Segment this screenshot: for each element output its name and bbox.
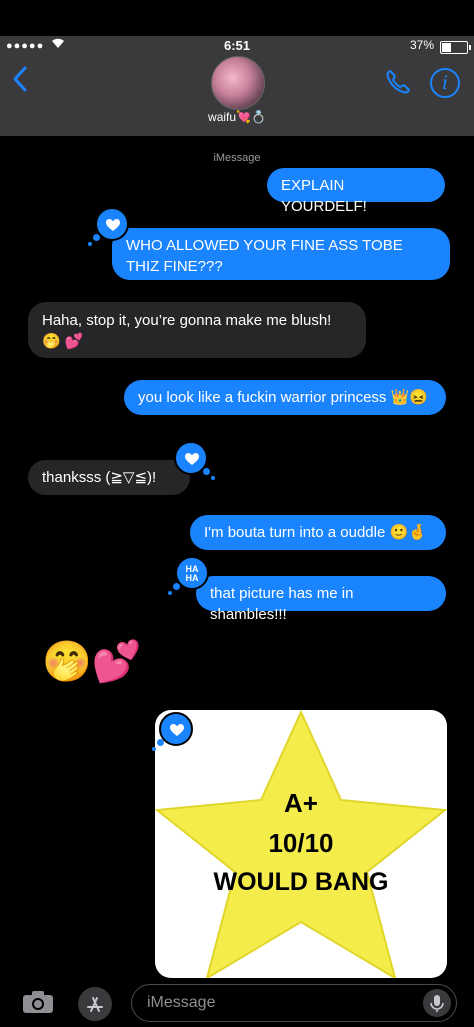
microphone-icon[interactable] bbox=[423, 989, 451, 1017]
heart-icon bbox=[170, 724, 184, 736]
status-bar: ●●●●● 6:51 37% bbox=[0, 36, 474, 56]
contact-name[interactable]: waifu💘💍 bbox=[0, 110, 474, 124]
image-message[interactable]: A+ 10/10 WOULD BANG bbox=[155, 710, 447, 978]
outgoing-message[interactable]: EXPLAIN YOURDELF! bbox=[267, 168, 445, 215]
haha-icon: HA HA bbox=[185, 564, 199, 583]
haha-tapback[interactable]: HA HA bbox=[168, 556, 209, 595]
outgoing-message[interactable]: I'm bouta turn into a ouddle 🙂🤞 bbox=[190, 515, 446, 550]
battery-percentage: 37% bbox=[409, 38, 434, 52]
message-text: that picture has me in shambles!!! bbox=[210, 585, 354, 623]
heart-tapback[interactable] bbox=[174, 441, 215, 480]
back-chevron-icon[interactable] bbox=[12, 64, 28, 98]
emoji-message[interactable]: 🤭💕 bbox=[42, 638, 142, 685]
service-label: iMessage bbox=[213, 152, 261, 164]
photo-text-line3: WOULD BANG bbox=[213, 868, 389, 896]
message-text: WHO ALLOWED YOUR FINE ASS TOBE THIZ FINE… bbox=[126, 237, 403, 275]
top-strip bbox=[0, 0, 474, 36]
heart-tapback[interactable] bbox=[152, 712, 193, 751]
incoming-message[interactable]: Haha, stop it, you’re gonna make me blus… bbox=[28, 302, 366, 358]
message-text: you look like a fuckin warrior princess … bbox=[138, 389, 428, 406]
message-text: EXPLAIN YOURDELF! bbox=[281, 177, 367, 215]
message-text: Haha, stop it, you’re gonna make me blus… bbox=[42, 312, 332, 350]
outgoing-message[interactable]: WHO ALLOWED YOUR FINE ASS TOBE THIZ FINE… bbox=[112, 228, 450, 280]
heart-tapback[interactable] bbox=[88, 207, 129, 246]
battery-icon bbox=[440, 41, 471, 54]
camera-icon[interactable] bbox=[22, 990, 53, 1014]
app-store-icon[interactable] bbox=[78, 987, 112, 1021]
outgoing-message[interactable]: that picture has me in shambles!!! bbox=[196, 576, 446, 623]
contact-avatar[interactable] bbox=[211, 56, 265, 110]
outgoing-message[interactable]: you look like a fuckin warrior princess … bbox=[124, 380, 446, 415]
info-icon[interactable]: i bbox=[430, 68, 460, 98]
photo-text-line1: A+ bbox=[284, 788, 318, 818]
message-input[interactable]: iMessage bbox=[131, 984, 457, 1022]
message-text: I'm bouta turn into a ouddle 🙂🤞 bbox=[204, 524, 427, 541]
phone-icon[interactable] bbox=[384, 68, 412, 96]
incoming-message[interactable]: thanksss (≧▽≦)! bbox=[28, 460, 190, 495]
photo-text-line2: 10/10 bbox=[268, 828, 334, 858]
heart-icon bbox=[185, 453, 199, 465]
message-input-placeholder: iMessage bbox=[147, 994, 216, 1011]
clock: 6:51 bbox=[223, 38, 251, 53]
message-text: thanksss (≧▽≦)! bbox=[42, 469, 157, 486]
heart-icon bbox=[106, 219, 120, 231]
